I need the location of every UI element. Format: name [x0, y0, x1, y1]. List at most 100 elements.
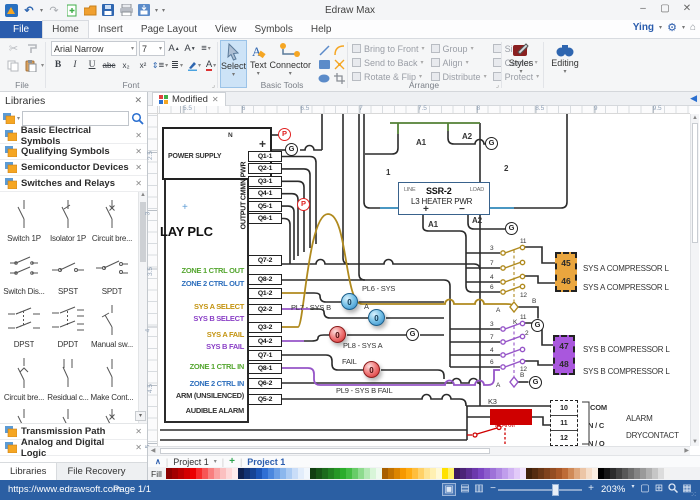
drawing-canvas[interactable]: N POWER SUPPLY + − LAY PLC OUTPUT CMMN P… [158, 114, 690, 446]
cut-icon[interactable]: ✂ [5, 41, 22, 56]
zone-label[interactable]: ZONE 1 CTRL IN [158, 362, 244, 371]
zone-label[interactable]: SYS A FAIL [158, 330, 244, 339]
active-page-link[interactable]: Project 1 [247, 457, 285, 467]
menu-tab-file[interactable]: File [0, 21, 42, 38]
subscript-button[interactable]: x₂ [119, 58, 133, 72]
website-link[interactable]: https://www.edrawsoft.com [8, 484, 121, 495]
menu-tab-insert[interactable]: Insert [89, 21, 132, 38]
alarm-label[interactable]: ALARM [626, 414, 653, 423]
zone-label[interactable]: ZONE 2 CTRL OUT [158, 279, 244, 288]
indicator-lamp-pl9[interactable]: 0 [363, 361, 380, 378]
terminal-box[interactable]: Q1-2 [248, 288, 282, 299]
terminal-box[interactable]: Q3-2 [248, 322, 282, 333]
italic-button[interactable]: I [68, 58, 82, 72]
undo-dropdown[interactable]: ▾ [40, 7, 43, 14]
zone-label[interactable]: SYS A SELECT [158, 302, 244, 311]
menu-tab-home[interactable]: Home [42, 20, 89, 38]
pl6-label-2[interactable]: A [364, 302, 369, 311]
arrange-dialog-launcher[interactable]: ⌟ [496, 81, 499, 89]
terminal-box[interactable]: Q5-2 [248, 394, 282, 405]
g-marker[interactable]: G [505, 222, 518, 235]
gear-icon[interactable]: ⚙ [667, 21, 677, 34]
search-icon[interactable] [131, 112, 144, 125]
align-text-button[interactable]: ≡▾ [199, 42, 213, 56]
symbol-item[interactable]: SPST [46, 247, 90, 300]
vscroll-thumb[interactable] [692, 123, 698, 243]
color-swatch[interactable] [664, 468, 670, 479]
zoom-slider-thumb[interactable] [552, 484, 559, 496]
indicator-lamp-pl7[interactable]: 0 [368, 309, 385, 326]
arrange-button[interactable]: Align▾ [431, 56, 487, 69]
symbol-item[interactable] [46, 406, 90, 424]
terminal-box[interactable]: Q7-1 [248, 350, 282, 361]
collapse-pages-icon[interactable]: ∧ [155, 457, 161, 466]
menu-tab-help[interactable]: Help [302, 21, 341, 38]
zone-label[interactable]: ZONE 2 CTRL IN [158, 379, 244, 388]
font-color-button[interactable]: A▾ [204, 58, 218, 72]
fail-label[interactable]: FAIL [342, 357, 357, 366]
close-library-icon[interactable]: ✕ [135, 147, 142, 156]
format-painter-icon[interactable] [24, 41, 41, 56]
terminal-box[interactable]: Q4-2 [248, 336, 282, 347]
terminal-box[interactable]: Q6-1 [248, 213, 282, 224]
k3-label[interactable]: K3 [488, 397, 497, 406]
hscroll-left-arrow[interactable]: ◀ [148, 446, 158, 455]
compressor-terminal-a[interactable]: 4546 [555, 252, 577, 292]
g-marker[interactable]: G [529, 376, 542, 389]
minimize-button[interactable]: – [632, 0, 654, 18]
library-item[interactable]: Basic Electrical Symbols ✕ [0, 128, 147, 144]
symbol-item[interactable]: Switch 1P [2, 194, 46, 247]
library-item[interactable]: Switches and Relays ✕ [0, 176, 147, 192]
close-library-icon[interactable]: ✕ [135, 443, 142, 452]
symbol-scrollbar[interactable]: ▲ [138, 192, 147, 423]
open-button[interactable] [83, 3, 97, 17]
terminal-box[interactable]: Q5-1 [248, 201, 282, 212]
pan-zoom-icon[interactable] [666, 483, 680, 496]
terminal-box[interactable]: Q2-1 [248, 163, 282, 174]
output-cmmn-pwr-label[interactable]: OUTPUT CMMN PWR [241, 148, 248, 244]
fit-page-icon[interactable]: ▢ [638, 483, 652, 494]
customize-qat-dropdown[interactable]: ▾ [162, 7, 165, 14]
user-dropdown[interactable]: ▾ [659, 24, 662, 31]
p-marker[interactable]: P [297, 198, 310, 211]
symbol-item[interactable] [90, 406, 134, 424]
sidebar-tab-libraries[interactable]: Libraries [0, 463, 57, 480]
editing-button[interactable]: Editing▾ [544, 40, 586, 88]
terminal-box[interactable]: Q1-1 [248, 151, 282, 162]
compressor-label[interactable]: SYS A COMPRESSOR L [583, 264, 669, 273]
arrange-button[interactable]: Group▾ [431, 42, 487, 55]
close-library-icon[interactable]: ✕ [135, 427, 142, 436]
library-menu-dropdown[interactable]: ▾ [17, 115, 20, 122]
symbol-item[interactable]: Isolator 1P [46, 194, 90, 247]
compressor-terminal-b[interactable]: 4748 [553, 335, 575, 375]
symbol-item[interactable]: Manual sw... [90, 300, 134, 353]
copy-icon[interactable] [5, 58, 21, 73]
close-document-icon[interactable]: ✕ [212, 95, 219, 104]
fit-width-icon[interactable]: ⊞ [652, 483, 666, 494]
pane-collapse-icon[interactable]: ◀ [690, 93, 697, 104]
symbol-item[interactable]: DPST [2, 300, 46, 353]
export-dropdown[interactable]: ▾ [155, 7, 158, 14]
zoom-slider-track[interactable] [498, 489, 582, 491]
terminal-box[interactable]: Q7-2 [248, 255, 282, 266]
presentation-view-icon[interactable]: ▥ [472, 483, 486, 494]
new-document-button[interactable] [65, 3, 79, 17]
sidebar-tab-file-recovery[interactable]: File Recovery [57, 463, 135, 480]
zone-label[interactable]: ZONE 1 CTRL OUT [158, 266, 244, 275]
symbol-item[interactable]: Residual c... [46, 353, 90, 406]
export-button[interactable] [137, 3, 151, 17]
arrange-button[interactable]: Send to Back▾ [352, 56, 425, 69]
font-dialog-launcher[interactable]: ⌟ [212, 81, 215, 89]
terminal-box[interactable]: Q8-1 [248, 363, 282, 374]
zone-label[interactable]: ARM (UNSILENCED) [158, 391, 244, 400]
symbol-item[interactable]: Circuit bre... [2, 353, 46, 406]
bold-button[interactable]: B [51, 58, 65, 72]
line-tool-icon[interactable] [317, 44, 331, 57]
close-library-icon[interactable]: ✕ [135, 163, 142, 172]
zoom-in-icon[interactable]: + [584, 483, 598, 494]
library-menu-icon[interactable] [3, 113, 15, 124]
close-library-icon[interactable]: ✕ [135, 179, 142, 188]
paste-dropdown[interactable]: ▾ [41, 62, 44, 69]
g-marker[interactable]: G [531, 319, 544, 332]
font-name-combo[interactable]: Arial Narrow▾ [51, 41, 137, 56]
